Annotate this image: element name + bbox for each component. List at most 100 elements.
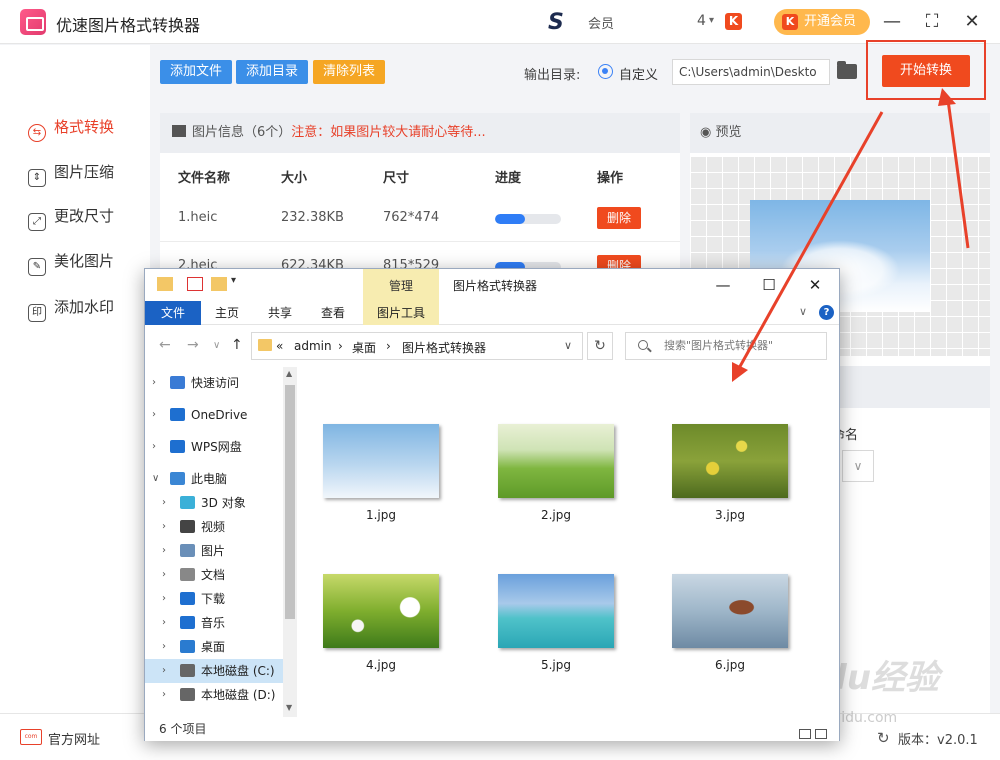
maximize-button[interactable]: ⛶ [920, 10, 944, 34]
website-icon: com [20, 729, 42, 745]
scrollbar-thumb[interactable] [285, 385, 295, 619]
file-name[interactable]: 4.jpg [323, 658, 439, 672]
search-input[interactable]: 搜索"图片格式转换器" [625, 332, 827, 360]
tree-item[interactable]: ∨ 此电脑 [145, 467, 283, 491]
refresh-button[interactable]: ↻ [587, 332, 613, 360]
close-button[interactable]: ✕ [960, 10, 984, 34]
file-thumbnail[interactable] [498, 574, 614, 648]
ribbon-tab-file[interactable]: 文件 [145, 301, 201, 325]
user-account-text[interactable]: 会员 [588, 13, 696, 32]
tree-item[interactable]: › OneDrive [145, 403, 283, 427]
ribbon-tab-share[interactable]: 共享 [268, 301, 292, 325]
file-thumbnail[interactable] [323, 424, 439, 498]
start-convert-button[interactable]: 开始转换 [882, 55, 970, 87]
tree-item[interactable]: › WPS网盘 [145, 435, 283, 459]
chevron-down-icon[interactable]: ▾ [709, 15, 714, 26]
sidebar-item-1[interactable]: ⇆ 格式转换 [28, 112, 148, 142]
chevron-right-icon[interactable]: › [162, 491, 166, 515]
rename-select[interactable]: ∨ [842, 450, 874, 482]
navigation-scrollbar[interactable]: ▲ ▼ [283, 367, 297, 717]
add-file-button[interactable]: 添加文件 [160, 60, 232, 84]
breadcrumb-admin[interactable]: admin [294, 339, 332, 353]
new-folder-icon[interactable] [211, 277, 227, 291]
scroll-up-icon[interactable]: ▲ [286, 369, 292, 378]
file-thumbnail[interactable] [672, 574, 788, 648]
tree-item[interactable]: › 文档 [145, 563, 283, 587]
file-name[interactable]: 3.jpg [672, 508, 788, 522]
user-logo-icon[interactable]: S [548, 10, 574, 35]
chevron-right-icon[interactable]: › [162, 563, 166, 587]
view-toggle[interactable] [795, 723, 829, 739]
chevron-right-icon[interactable]: › [162, 635, 166, 659]
details-view-icon[interactable] [799, 729, 811, 739]
cloud-icon [170, 408, 185, 421]
tree-item[interactable]: › 3D 对象 [145, 491, 283, 515]
back-button[interactable]: ← [159, 337, 171, 353]
chevron-right-icon[interactable]: › [152, 403, 156, 427]
ribbon-tab-view[interactable]: 查看 [321, 301, 345, 325]
file-name[interactable]: 5.jpg [498, 658, 614, 672]
tree-item[interactable]: › 本地磁盘 (D:) [145, 683, 283, 707]
help-icon[interactable]: ? [819, 305, 834, 320]
tree-item[interactable]: › 本地磁盘 (C:) [145, 659, 283, 683]
file-name[interactable]: 6.jpg [672, 658, 788, 672]
recent-dropdown-icon[interactable]: ∨ [213, 340, 220, 351]
sidebar-item-5[interactable]: 印添加水印 [28, 292, 148, 322]
file-thumbnail[interactable] [672, 424, 788, 498]
add-directory-button[interactable]: 添加目录 [236, 60, 308, 84]
eye-icon: ◉ [700, 125, 716, 140]
chevron-right-icon[interactable]: › [152, 371, 156, 395]
chevron-down-icon[interactable]: ∨ [152, 467, 159, 491]
chevron-right-icon[interactable]: › [162, 587, 166, 611]
properties-icon[interactable] [187, 277, 203, 291]
manage-tab[interactable]: 管理 [363, 269, 439, 301]
chevron-right-icon[interactable]: › [152, 435, 156, 459]
sidebar-item-3[interactable]: ⤢ 更改尺寸 [28, 201, 148, 231]
breadcrumb-desktop[interactable]: 桌面 [352, 339, 376, 356]
chevron-right-icon[interactable]: › [162, 539, 166, 563]
chevron-right-icon[interactable]: › [162, 515, 166, 539]
clear-list-button[interactable]: 清除列表 [313, 60, 385, 84]
breadcrumb-overflow[interactable]: « [276, 339, 283, 353]
official-site-link[interactable]: 官方网址 [48, 729, 100, 748]
tree-item[interactable]: › 视频 [145, 515, 283, 539]
minimize-button[interactable]: — [880, 10, 904, 34]
large-icons-view-icon[interactable] [815, 729, 827, 739]
delete-button[interactable]: 删除 [597, 207, 641, 229]
file-thumbnail[interactable] [498, 424, 614, 498]
sidebar-item-4[interactable]: ✎ 美化图片 [28, 246, 148, 276]
sidebar-item-2[interactable]: ⇕ 图片压缩 [28, 157, 148, 187]
custom-radio[interactable] [598, 64, 613, 79]
output-path-input[interactable]: C:\Users\admin\Deskto [672, 59, 830, 85]
forward-button[interactable]: → [187, 337, 199, 353]
tree-item[interactable]: › 桌面 [145, 635, 283, 659]
up-button[interactable]: ↑ [231, 337, 243, 353]
vip-button[interactable]: K 开通会员 [774, 9, 870, 35]
tree-item[interactable]: › 图片 [145, 539, 283, 563]
ribbon-tab-home[interactable]: 主页 [215, 301, 239, 325]
chevron-right-icon[interactable]: › [162, 659, 166, 683]
explorer-minimize-button[interactable]: — [703, 273, 743, 297]
folder-icon[interactable] [837, 61, 857, 79]
customize-quick-access-icon[interactable]: ▾ [231, 275, 236, 286]
tree-item[interactable]: › 快速访问 [145, 371, 283, 395]
breadcrumb-current[interactable]: 图片格式转换器 [402, 339, 486, 356]
file-thumbnail[interactable] [323, 574, 439, 648]
chevron-right-icon[interactable]: › [162, 611, 166, 635]
custom-radio-label[interactable]: 自定义 [619, 64, 658, 83]
status-bar: 6 个项目 [145, 717, 839, 741]
ribbon-tab-picture-tools[interactable]: 图片工具 [363, 301, 439, 325]
address-dropdown-icon[interactable]: ∨ [564, 339, 572, 352]
explorer-maximize-button[interactable]: ☐ [749, 273, 789, 297]
file-name[interactable]: 2.jpg [498, 508, 614, 522]
chevron-right-icon[interactable]: › [162, 683, 166, 707]
output-dir-label: 输出目录: [524, 68, 581, 83]
scroll-down-icon[interactable]: ▼ [286, 703, 292, 712]
file-name[interactable]: 1.jpg [323, 508, 439, 522]
explorer-close-button[interactable]: ✕ [795, 273, 835, 297]
download-icon [180, 592, 195, 605]
tree-item[interactable]: › 音乐 [145, 611, 283, 635]
tree-item[interactable]: › 下载 [145, 587, 283, 611]
address-bar[interactable]: « admin › 桌面 › 图片格式转换器 ∨ [251, 332, 583, 360]
expand-ribbon-icon[interactable]: ∨ [799, 305, 807, 318]
